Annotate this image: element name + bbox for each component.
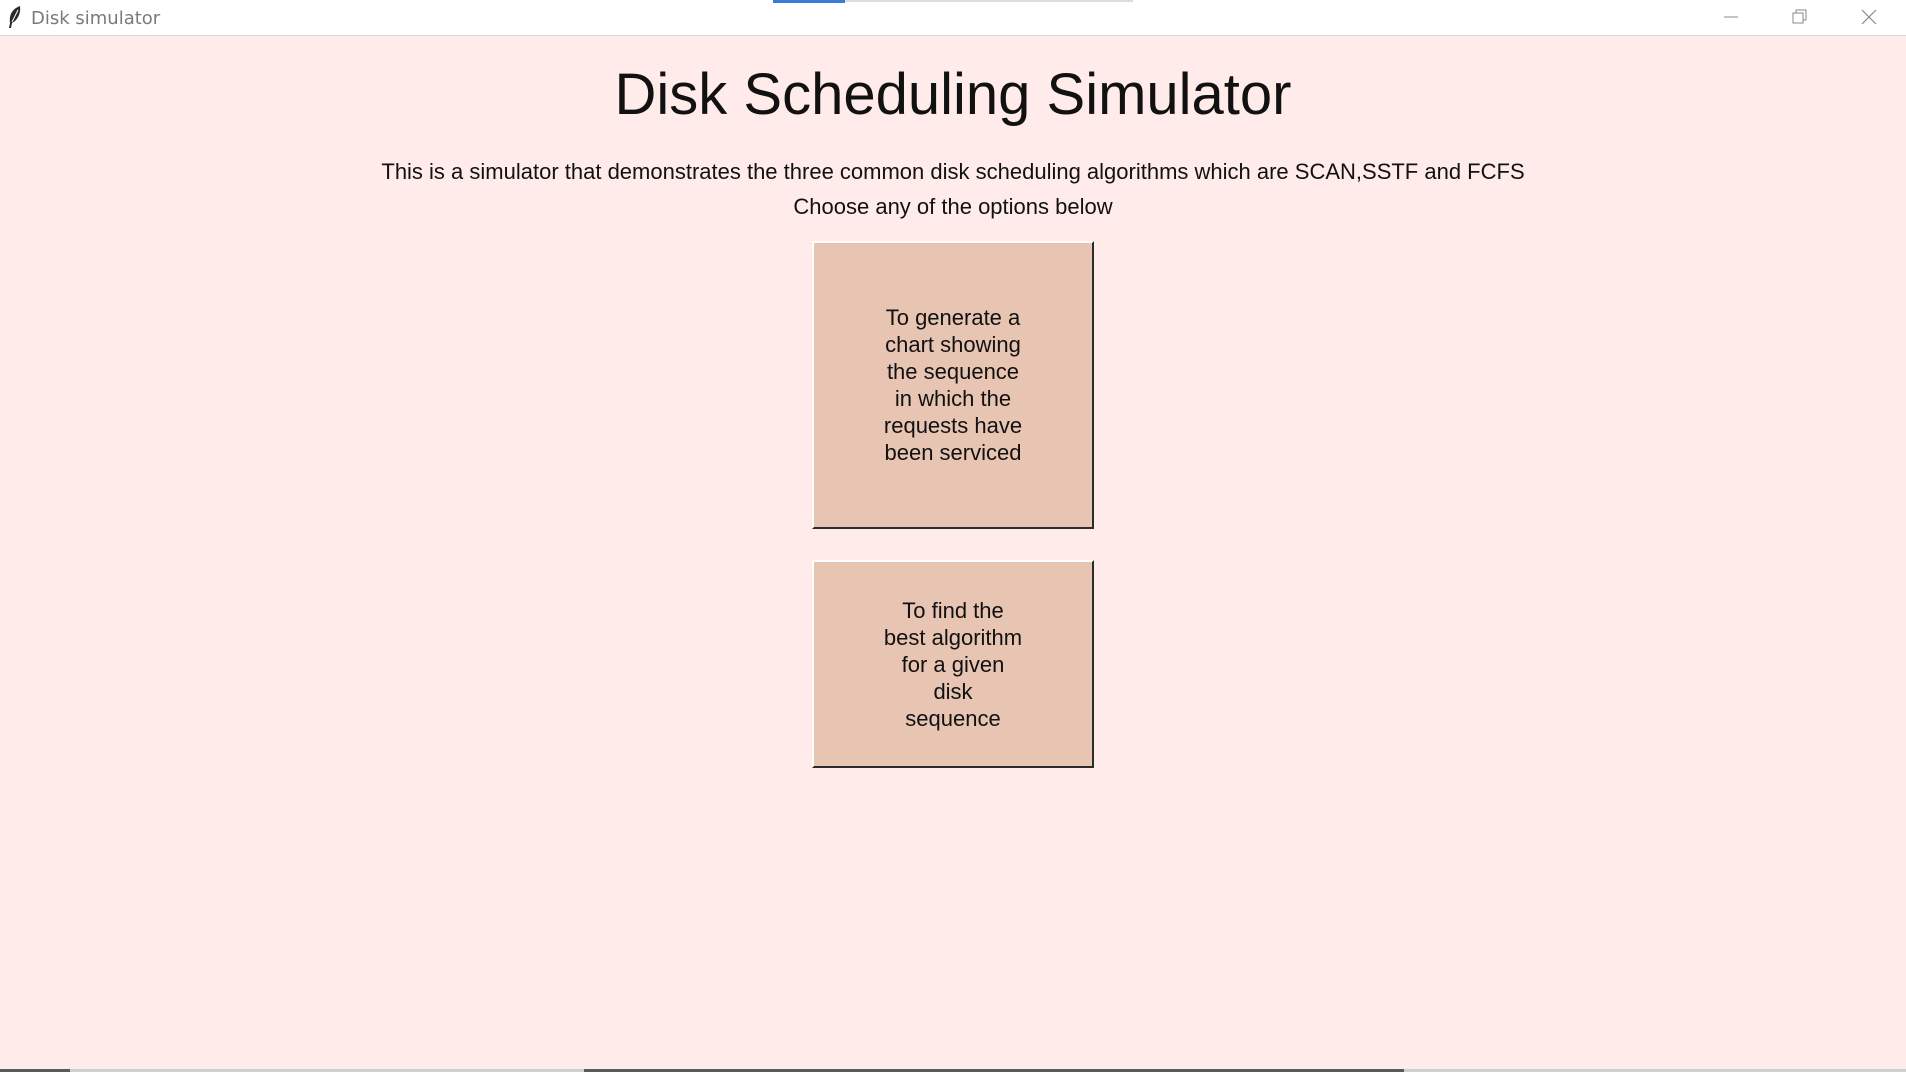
options-prompt: Choose any of the options below (793, 194, 1113, 219)
page-title: Disk Scheduling Simulator (614, 62, 1292, 127)
title-bar-accent-active (773, 0, 845, 3)
app-window: Disk simulator Disk Scheduling Simulator… (0, 0, 1906, 1072)
title-bar[interactable]: Disk simulator (0, 0, 1906, 36)
generate-chart-button-label: To generate a chart showing the sequence… (883, 305, 1023, 465)
find-best-algorithm-button[interactable]: To find the best algorithm for a given d… (812, 560, 1094, 768)
main-content: Disk Scheduling Simulator This is a simu… (0, 36, 1906, 1072)
close-icon (1861, 9, 1877, 25)
minimize-icon (1724, 10, 1738, 24)
restore-icon (1792, 9, 1808, 25)
find-best-algorithm-button-label: To find the best algorithm for a given d… (883, 597, 1023, 731)
minimize-button[interactable] (1696, 0, 1766, 34)
maximize-button[interactable] (1765, 0, 1835, 34)
generate-chart-button[interactable]: To generate a chart showing the sequence… (812, 241, 1094, 529)
feather-icon (6, 5, 24, 29)
close-button[interactable] (1834, 0, 1904, 34)
description-text: This is a simulator that demonstrates th… (381, 159, 1525, 184)
window-title: Disk simulator (31, 8, 161, 29)
